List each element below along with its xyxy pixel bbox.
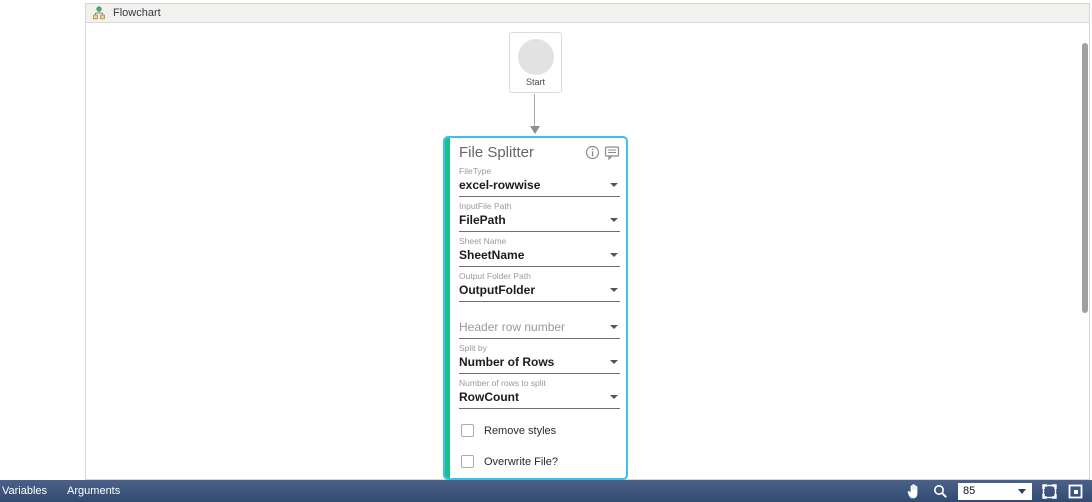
chevron-down-icon[interactable] xyxy=(610,360,618,364)
connector-line xyxy=(534,94,535,126)
field-rows-to-split-value[interactable]: RowCount xyxy=(459,390,610,404)
connector-arrowhead-icon xyxy=(530,126,540,134)
remove-styles-label: Remove styles xyxy=(484,425,556,437)
flowchart-panel-header: Flowchart xyxy=(86,4,1089,23)
info-icon[interactable] xyxy=(585,145,600,160)
chevron-down-icon[interactable] xyxy=(610,288,618,292)
field-header-row-number-value[interactable]: Header row number xyxy=(459,320,610,334)
field-split-by[interactable]: Split by Number of Rows xyxy=(459,343,620,374)
field-inputfile-path-value[interactable]: FilePath xyxy=(459,213,610,227)
chevron-down-icon xyxy=(1018,489,1026,494)
overwrite-file-checkbox[interactable] xyxy=(461,455,474,468)
vertical-scrollbar[interactable] xyxy=(1082,43,1088,313)
activity-title: File Splitter xyxy=(459,144,585,161)
chevron-down-icon[interactable] xyxy=(610,218,618,222)
field-split-by-value[interactable]: Number of Rows xyxy=(459,355,610,369)
chevron-down-icon[interactable] xyxy=(610,183,618,187)
file-splitter-activity[interactable]: File Splitter xyxy=(443,136,628,480)
start-node[interactable]: Start xyxy=(509,32,562,93)
chevron-down-icon[interactable] xyxy=(610,395,618,399)
field-split-by-label: Split by xyxy=(459,343,620,353)
overwrite-file-option[interactable]: Overwrite File? xyxy=(459,455,620,468)
field-sheet-name-value[interactable]: SheetName xyxy=(459,248,610,262)
field-filetype[interactable]: FileType excel-rowwise xyxy=(459,166,620,197)
overwrite-file-label: Overwrite File? xyxy=(484,456,558,468)
comment-icon[interactable] xyxy=(604,145,620,160)
fit-to-screen-icon[interactable] xyxy=(1041,483,1058,500)
tab-arguments[interactable]: Arguments xyxy=(65,485,122,497)
start-node-circle xyxy=(518,39,554,75)
card-content: File Splitter xyxy=(450,138,626,478)
field-sheet-name-label: Sheet Name xyxy=(459,236,620,246)
pan-hand-icon[interactable] xyxy=(905,482,923,500)
field-output-folder-path-label: Output Folder Path xyxy=(459,271,620,281)
zoom-level-value: 85 xyxy=(958,485,1018,497)
tab-variables[interactable]: Variables xyxy=(0,485,49,497)
field-rows-to-split[interactable]: Number of rows to split RowCount xyxy=(459,378,620,409)
field-header-row-number[interactable]: Header row number xyxy=(459,318,620,339)
remove-styles-option[interactable]: Remove styles xyxy=(459,424,620,437)
statusbar: Variables Arguments 85 xyxy=(0,480,1092,502)
zoom-level-select[interactable]: 85 xyxy=(958,483,1032,500)
field-rows-to-split-label: Number of rows to split xyxy=(459,378,620,388)
field-sheet-name[interactable]: Sheet Name SheetName xyxy=(459,236,620,267)
remove-styles-checkbox[interactable] xyxy=(461,424,474,437)
flowchart-icon xyxy=(92,6,106,20)
start-node-label: Start xyxy=(510,77,561,87)
chevron-down-icon[interactable] xyxy=(610,325,618,329)
overview-icon[interactable] xyxy=(1067,483,1084,500)
zoom-magnifier-icon[interactable] xyxy=(932,483,949,500)
chevron-down-icon[interactable] xyxy=(610,253,618,257)
field-output-folder-path-value[interactable]: OutputFolder xyxy=(459,283,610,297)
field-inputfile-path-label: InputFile Path xyxy=(459,201,620,211)
field-filetype-label: FileType xyxy=(459,166,620,176)
field-filetype-value[interactable]: excel-rowwise xyxy=(459,178,610,192)
field-output-folder-path[interactable]: Output Folder Path OutputFolder xyxy=(459,271,620,302)
panel-title: Flowchart xyxy=(113,7,161,19)
field-inputfile-path[interactable]: InputFile Path FilePath xyxy=(459,201,620,232)
